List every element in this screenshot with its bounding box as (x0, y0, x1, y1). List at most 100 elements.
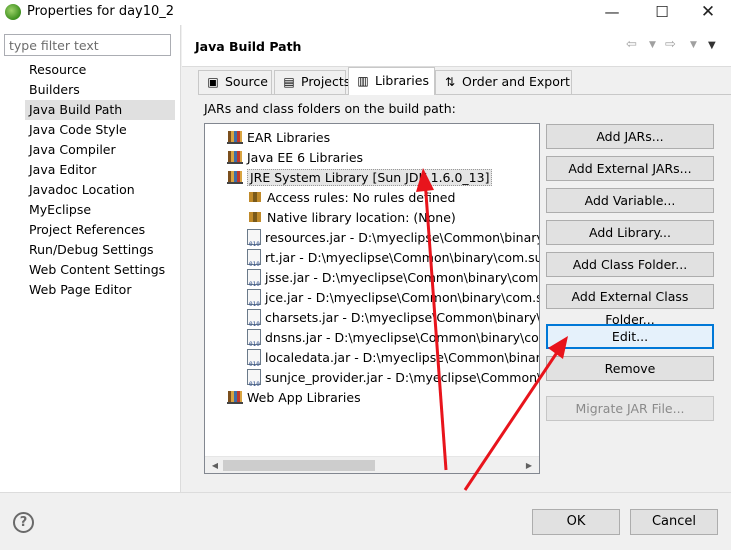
myeclipse-app-icon (5, 4, 21, 20)
tab-label: Order and Export (462, 74, 570, 89)
maximize-button[interactable]: ☐ (639, 0, 685, 25)
projects-icon: ▤ (283, 75, 295, 89)
access-rules-icon (247, 190, 263, 204)
nav-item-web-content-settings[interactable]: Web Content Settings (25, 260, 175, 280)
back-arrow-icon[interactable]: ⇦ (626, 37, 637, 52)
view-menu-icon[interactable]: ▼ (708, 40, 716, 51)
window-title: Properties for day10_2 (27, 4, 175, 19)
tab-label: Projects (301, 74, 351, 89)
tab-label: Source (225, 74, 268, 89)
add-class-folder-button[interactable]: Add Class Folder... (546, 252, 714, 277)
jar-tree-item[interactable]: sunjce_provider.jar - D:\myeclipse\Commo… (247, 368, 539, 395)
tab-order-and-export[interactable]: ⇅ Order and Export (435, 70, 572, 94)
tab-projects[interactable]: ▤ Projects (274, 70, 350, 94)
tree-item-label: dnsns.jar - D:\myeclipse\Common\binary\c… (265, 330, 539, 345)
property-page: Java Build Path ⇦ ▼ ⇨ ▼ ▼ ▣ Source ▤ Projec… (182, 25, 731, 492)
nav-item-java-code-style[interactable]: Java Code Style (25, 120, 175, 140)
nav-item-java-editor[interactable]: Java Editor (25, 160, 175, 180)
tab-source[interactable]: ▣ Source (198, 70, 272, 94)
tree-item-label: Web App Libraries (247, 390, 361, 405)
jar-icon (247, 289, 261, 315)
jar-tree-item[interactable]: jce.jar - D:\myeclipse\Common\binary\com… (247, 288, 540, 315)
scroll-thumb[interactable] (223, 460, 375, 471)
filter-input[interactable] (4, 34, 171, 56)
add-external-jars-button[interactable]: Add External JARs... (546, 156, 714, 181)
section-label: JARs and class folders on the build path… (204, 101, 456, 116)
migrate-jar-file-button: Migrate JAR File... (546, 396, 714, 421)
tree-item-label: jce.jar - D:\myeclipse\Common\binary\com… (265, 290, 540, 305)
page-header: Java Build Path ⇦ ▼ ⇨ ▼ ▼ (182, 25, 731, 67)
page-title: Java Build Path (195, 39, 302, 54)
tree-item-label: EAR Libraries (247, 130, 331, 145)
add-jars-button[interactable]: Add JARs... (546, 124, 714, 149)
tree-item-label: Java EE 6 Libraries (247, 150, 364, 165)
add-external-class-folder-button[interactable]: Add External Class Folder... (546, 284, 714, 327)
tree-item[interactable]: Java EE 6 Libraries (227, 148, 363, 168)
library-icon (227, 390, 243, 404)
tree-item[interactable]: Native library location: (None) (247, 208, 456, 228)
jar-icon (247, 229, 261, 255)
tree-item[interactable]: JRE System Library [Sun JDK 1.6.0_13] (227, 168, 493, 188)
back-dropdown-icon[interactable]: ▼ (649, 40, 656, 50)
nav-item-java-compiler[interactable]: Java Compiler (25, 140, 175, 160)
jar-tree-item[interactable]: dnsns.jar - D:\myeclipse\Common\binary\c… (247, 328, 539, 355)
nav-item-project-references[interactable]: Project References (25, 220, 175, 240)
jar-icon (247, 269, 261, 295)
tree-item-label: jsse.jar - D:\myeclipse\Common\binary\co… (265, 270, 539, 285)
nav-item-javadoc-location[interactable]: Javadoc Location (25, 180, 175, 200)
scroll-left-icon[interactable]: ◀ (207, 458, 223, 473)
tab-libraries[interactable]: ▥ Libraries (348, 67, 435, 95)
tree-item[interactable]: Access rules: No rules defined (247, 188, 455, 208)
nav-item-resource[interactable]: Resource (25, 60, 175, 80)
nav-item-myeclipse[interactable]: MyEclipse (25, 200, 175, 220)
add-variable-button[interactable]: Add Variable... (546, 188, 714, 213)
scroll-right-icon[interactable]: ▶ (521, 458, 537, 473)
jar-tree-item[interactable]: rt.jar - D:\myeclipse\Common\binary\com.… (247, 248, 540, 275)
minimize-button[interactable]: — (589, 0, 635, 25)
jar-icon (247, 309, 261, 335)
horizontal-scrollbar[interactable]: ◀ ▶ (205, 456, 539, 473)
add-library-button[interactable]: Add Library... (546, 220, 714, 245)
dialog-button-bar: ? OK Cancel (0, 492, 731, 550)
tree-item-label: rt.jar - D:\myeclipse\Common\binary\com.… (265, 250, 540, 265)
tree-item-label: localedata.jar - D:\myeclipse\Common\bin… (265, 350, 539, 365)
properties-nav-panel: ResourceBuildersJava Build PathJava Code… (0, 25, 181, 492)
libraries-icon: ▥ (357, 74, 369, 88)
close-button[interactable]: ✕ (685, 0, 731, 25)
build-path-tree[interactable]: EAR Libraries Java EE 6 Libraries JRE Syst… (204, 123, 540, 474)
properties-nav-list: Resource Builders Java Build Path Java Code… (25, 60, 175, 300)
nav-item-java-build-path[interactable]: Java Build Path (25, 100, 175, 120)
libraries-tab-body: JARs and class folders on the build path… (198, 94, 731, 492)
forward-dropdown-icon[interactable]: ▼ (690, 40, 697, 50)
jar-icon (247, 249, 261, 275)
cancel-button[interactable]: Cancel (630, 509, 718, 535)
jar-tree-item[interactable]: resources.jar - D:\myeclipse\Common\bina… (247, 228, 540, 255)
tree-item[interactable]: Web App Libraries (227, 388, 361, 408)
jar-tree-item[interactable]: localedata.jar - D:\myeclipse\Common\bin… (247, 348, 539, 375)
tree-item[interactable]: EAR Libraries (227, 128, 330, 148)
library-icon (227, 170, 243, 184)
nav-item-run-debug-settings[interactable]: Run/Debug Settings (25, 240, 175, 260)
title-bar: Properties for day10_2 — ☐ ✕ (0, 0, 731, 25)
jar-icon (247, 369, 261, 395)
native-library-icon (247, 210, 263, 224)
order-export-icon: ⇅ (444, 75, 456, 89)
remove-button[interactable]: Remove (546, 356, 714, 381)
tree-item-label: Access rules: No rules defined (267, 190, 456, 205)
source-folder-icon: ▣ (207, 75, 219, 89)
jar-icon (247, 329, 261, 355)
forward-arrow-icon[interactable]: ⇨ (665, 37, 676, 52)
tree-item-label: sunjce_provider.jar - D:\myeclipse\Commo… (265, 370, 539, 385)
ok-button[interactable]: OK (532, 509, 620, 535)
jar-tree-item[interactable]: jsse.jar - D:\myeclipse\Common\binary\co… (247, 268, 539, 295)
library-icon (227, 130, 243, 144)
tree-item-label: resources.jar - D:\myeclipse\Common\bina… (265, 230, 540, 245)
tree-item-label: Native library location: (None) (267, 210, 456, 225)
tree-item-label: JRE System Library [Sun JDK 1.6.0_13] (247, 169, 493, 186)
help-icon[interactable]: ? (13, 512, 34, 533)
nav-item-builders[interactable]: Builders (25, 80, 175, 100)
tree-item-label: charsets.jar - D:\myeclipse\Common\binar… (265, 310, 539, 325)
edit-button[interactable]: Edit... (546, 324, 714, 349)
jar-tree-item[interactable]: charsets.jar - D:\myeclipse\Common\binar… (247, 308, 539, 335)
nav-item-web-page-editor[interactable]: Web Page Editor (25, 280, 175, 300)
